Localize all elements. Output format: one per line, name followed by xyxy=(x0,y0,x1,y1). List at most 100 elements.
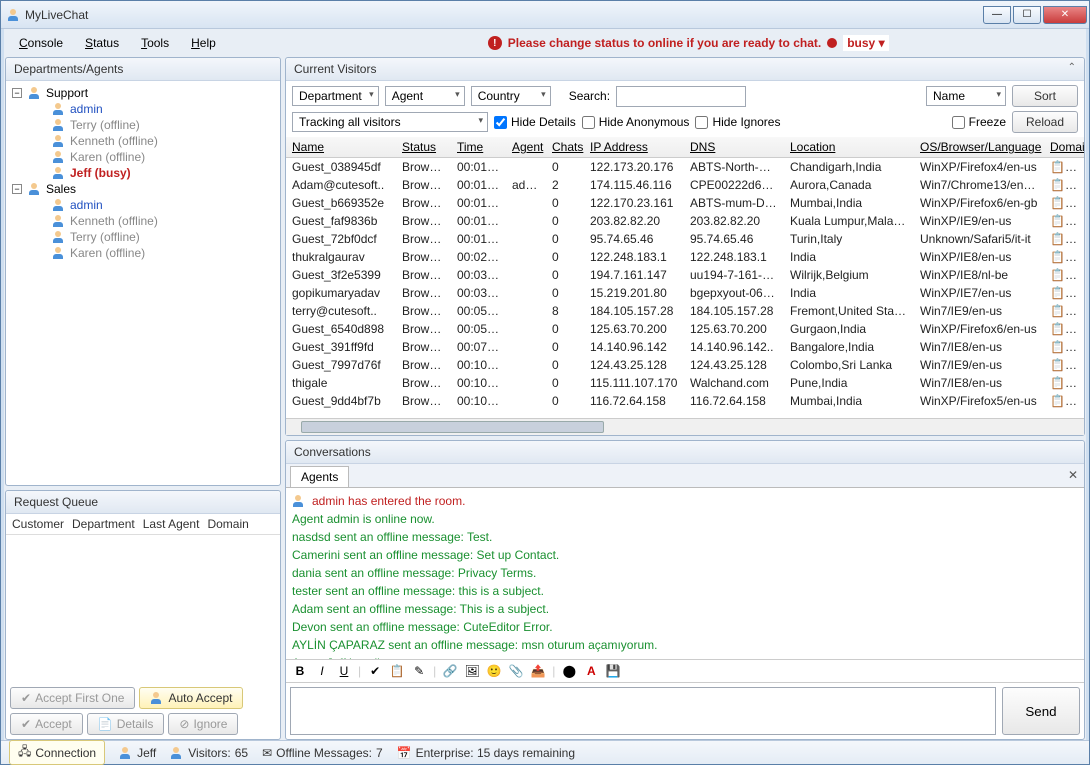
maximize-button[interactable]: ☐ xyxy=(1013,6,1041,24)
collapse-icon[interactable]: ⌃ xyxy=(1068,62,1076,73)
freeze-check[interactable]: Freeze xyxy=(952,115,1006,129)
details-button[interactable]: 📄 Details xyxy=(87,713,165,735)
statusbar: 🖧 Connection Jeff Visitors: 65 ✉ Offline… xyxy=(1,740,1089,764)
table-row[interactable]: Guest_7997d76fBrowsing00:10:070124.43.25… xyxy=(286,356,1084,374)
table-row[interactable]: gopikumaryadavBrowsing00:03:49015.219.20… xyxy=(286,284,1084,302)
bold-icon[interactable]: B xyxy=(292,663,308,679)
queue-col-customer[interactable]: Customer xyxy=(12,517,64,531)
table-row[interactable]: Guest_faf9836bBrowsing00:01:460203.82.82… xyxy=(286,212,1084,230)
col-agent[interactable]: Agent xyxy=(506,137,546,158)
col-os[interactable]: OS/Browser/Language xyxy=(914,137,1044,158)
emoji-icon[interactable]: 🙂 xyxy=(486,663,502,679)
col-status[interactable]: Status xyxy=(396,137,451,158)
table-row[interactable]: Guest_6540d898Browsing00:05:180125.63.70… xyxy=(286,320,1084,338)
expander-icon[interactable]: − xyxy=(12,184,22,194)
menu-console[interactable]: Console xyxy=(9,32,73,54)
minimize-button[interactable]: — xyxy=(983,6,1011,24)
col-location[interactable]: Location xyxy=(784,137,914,158)
col-domain[interactable]: Domain xyxy=(1044,137,1084,158)
hide-details-check[interactable]: Hide Details xyxy=(494,115,576,129)
tab-close-icon[interactable]: ✕ xyxy=(1068,468,1078,482)
close-button[interactable]: ✕ xyxy=(1043,6,1087,24)
table-row[interactable]: terry@cutesoft..Browsing00:05:028184.105… xyxy=(286,302,1084,320)
table-row[interactable]: Guest_b669352eBrowsing00:01:360122.170.2… xyxy=(286,194,1084,212)
visitors-table[interactable]: Name Status Time Agent Chats IP Address … xyxy=(286,137,1084,410)
table-row[interactable]: Guest_038945dfBrowsing00:01:210122.173.2… xyxy=(286,158,1084,177)
save-icon[interactable]: 💾 xyxy=(605,663,621,679)
search-input[interactable] xyxy=(616,86,746,107)
tree-agent[interactable]: Jeff (busy) xyxy=(8,165,278,181)
visitors-icon xyxy=(170,747,184,759)
message-input[interactable] xyxy=(290,687,996,735)
spellcheck-icon[interactable]: ✔ xyxy=(367,663,383,679)
table-row[interactable]: Guest_9dd4bf7bBrowsing00:10:480116.72.64… xyxy=(286,392,1084,410)
underline-icon[interactable]: U xyxy=(336,663,352,679)
reload-button[interactable]: Reload xyxy=(1012,111,1078,133)
col-dns[interactable]: DNS xyxy=(684,137,784,158)
agent-tree[interactable]: −SupportadminTerry (offline)Kenneth (off… xyxy=(6,81,280,485)
col-ip[interactable]: IP Address xyxy=(584,137,684,158)
tree-agent[interactable]: admin xyxy=(8,197,278,213)
horizontal-scrollbar[interactable] xyxy=(286,418,1084,435)
warning-icon: ! xyxy=(488,36,502,50)
send-file-icon[interactable]: 📤 xyxy=(530,663,546,679)
hide-ignores-check[interactable]: Hide Ignores xyxy=(695,115,780,129)
accept-button[interactable]: ✔ Accept xyxy=(10,713,83,735)
table-row[interactable]: Guest_3f2e5399Browsing00:03:210194.7.161… xyxy=(286,266,1084,284)
hide-anon-check[interactable]: Hide Anonymous xyxy=(582,115,690,129)
table-row[interactable]: Adam@cutesoft..Browsing00:01:30admin2174… xyxy=(286,176,1084,194)
sort-field[interactable]: Name xyxy=(926,86,1006,106)
tree-agent[interactable]: Terry (offline) xyxy=(8,229,278,245)
tree-group-sales[interactable]: −Sales xyxy=(8,181,278,197)
table-row[interactable]: Guest_391ff9fdBrowsing00:07:26014.140.96… xyxy=(286,338,1084,356)
tree-agent[interactable]: Terry (offline) xyxy=(8,117,278,133)
status-dropdown[interactable]: busy ▾ xyxy=(843,35,888,51)
conversation-tab[interactable]: Agents xyxy=(290,466,349,487)
queue-col-domain[interactable]: Domain xyxy=(207,517,248,531)
table-row[interactable]: Guest_72bf0dcfBrowsing00:01:47095.74.65.… xyxy=(286,230,1084,248)
current-user: Jeff xyxy=(119,746,156,760)
col-chats[interactable]: Chats xyxy=(546,137,584,158)
attach-icon[interactable]: 📎 xyxy=(508,663,524,679)
table-row[interactable]: thigaleBrowsing00:10:070115.111.107.170W… xyxy=(286,374,1084,392)
paste-icon[interactable]: 📋 xyxy=(389,663,405,679)
department-filter[interactable]: Department xyxy=(292,86,379,106)
queue-body xyxy=(6,535,280,683)
tree-agent[interactable]: admin xyxy=(8,101,278,117)
conversation-log[interactable]: admin has entered the room. Agent admin … xyxy=(286,487,1084,659)
user-icon xyxy=(119,747,133,759)
tree-group-support[interactable]: −Support xyxy=(8,85,278,101)
warning-text: Please change status to online if you ar… xyxy=(508,36,821,50)
queue-col-last-agent[interactable]: Last Agent xyxy=(143,517,200,531)
titlebar: MyLiveChat — ☐ ✕ xyxy=(1,1,1089,29)
agent-icon xyxy=(52,215,66,227)
agent-filter[interactable]: Agent xyxy=(385,86,465,106)
country-filter[interactable]: Country xyxy=(471,86,551,106)
menu-help[interactable]: Help xyxy=(181,32,226,54)
queue-col-department[interactable]: Department xyxy=(72,517,135,531)
send-button[interactable]: Send xyxy=(1002,687,1080,735)
expander-icon[interactable]: − xyxy=(12,88,22,98)
tree-agent[interactable]: Kenneth (offline) xyxy=(8,213,278,229)
tree-agent[interactable]: Kenneth (offline) xyxy=(8,133,278,149)
menu-status[interactable]: Status xyxy=(75,32,129,54)
link-icon[interactable]: 🔗 xyxy=(442,663,458,679)
accept-first-button[interactable]: ✔ Accept First One xyxy=(10,687,135,709)
connection-status[interactable]: 🖧 Connection xyxy=(9,740,105,765)
font-icon[interactable]: A xyxy=(583,663,599,679)
auto-accept-button[interactable]: Auto Accept xyxy=(139,687,243,709)
col-time[interactable]: Time xyxy=(451,137,506,158)
clear-icon[interactable]: ✎ xyxy=(411,663,427,679)
col-name[interactable]: Name xyxy=(286,137,396,158)
person-icon xyxy=(150,692,164,704)
menu-tools[interactable]: Tools xyxy=(131,32,179,54)
sort-button[interactable]: Sort xyxy=(1012,85,1078,107)
table-row[interactable]: thukralgauravBrowsing00:02:550122.248.18… xyxy=(286,248,1084,266)
ignore-button[interactable]: ⊘ Ignore xyxy=(168,713,238,735)
tracking-filter[interactable]: Tracking all visitors xyxy=(292,112,488,132)
image-icon[interactable]: 🖼 xyxy=(464,663,480,679)
tree-agent[interactable]: Karen (offline) xyxy=(8,149,278,165)
color-icon[interactable]: ⬤ xyxy=(561,663,577,679)
italic-icon[interactable]: I xyxy=(314,663,330,679)
tree-agent[interactable]: Karen (offline) xyxy=(8,245,278,261)
